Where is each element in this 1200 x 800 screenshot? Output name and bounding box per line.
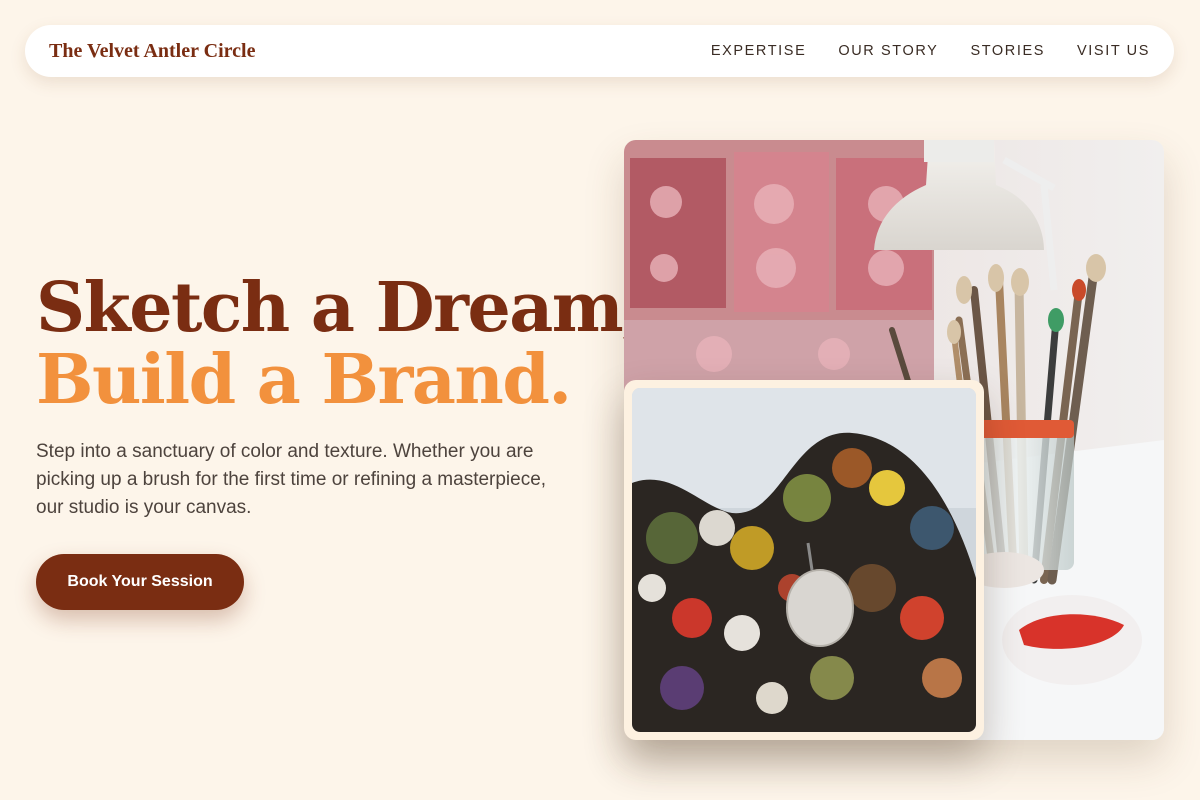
top-nav: The Velvet Antler Circle EXPERTISE OUR S… — [25, 25, 1174, 77]
nav-link-expertise[interactable]: EXPERTISE — [711, 43, 807, 59]
brand-logo[interactable]: The Velvet Antler Circle — [49, 40, 255, 63]
hero-title-line2: Build a Brand. — [36, 340, 572, 420]
palette-photo — [632, 388, 976, 732]
hero-title-line1: Sketch a Dream, — [36, 268, 646, 348]
nav-link-our-story[interactable]: OUR STORY — [838, 43, 938, 59]
palette-photo-frame — [624, 380, 984, 740]
palette-photo-illustration — [632, 388, 976, 732]
nav-link-stories[interactable]: STORIES — [970, 43, 1045, 59]
nav-links: EXPERTISE OUR STORY STORIES VISIT US — [711, 43, 1150, 59]
hero-subtitle: Step into a sanctuary of color and textu… — [36, 441, 547, 518]
nav-link-visit-us[interactable]: VISIT US — [1077, 43, 1150, 59]
book-session-button[interactable]: Book Your Session — [36, 554, 244, 610]
hero-title: Sketch a Dream, Build a Brand. — [36, 268, 646, 420]
